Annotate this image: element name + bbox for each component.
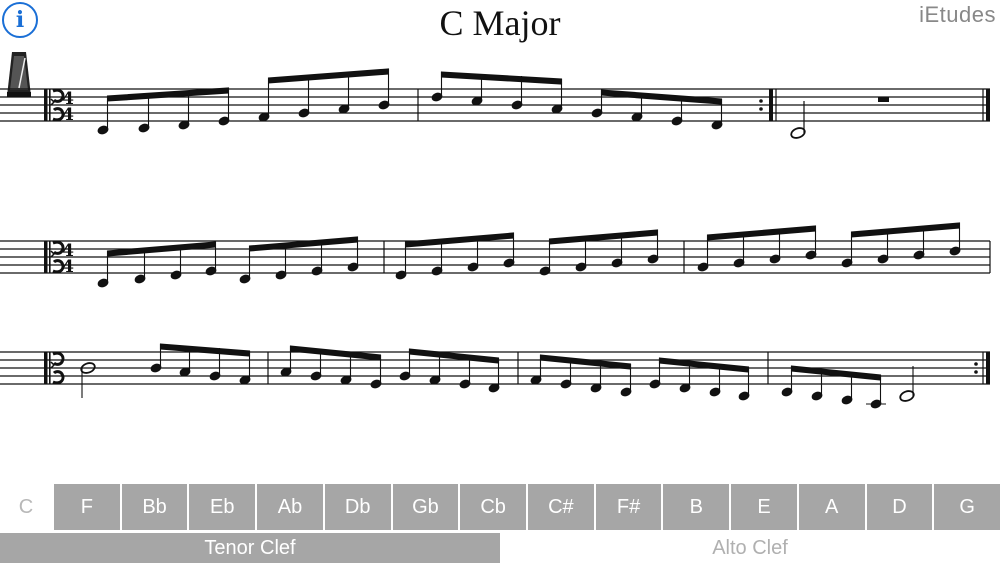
key-button-13[interactable]: A bbox=[798, 484, 865, 530]
sheet-music: 4 4 4 4 bbox=[0, 68, 991, 409]
key-button-7[interactable]: Gb bbox=[392, 484, 459, 530]
time-signature-bottom: 4 bbox=[62, 105, 74, 125]
notes-measure-9 bbox=[530, 354, 750, 401]
notes-measure-1 bbox=[97, 68, 390, 135]
key-button-10[interactable]: F# bbox=[595, 484, 662, 530]
key-button-6[interactable]: Db bbox=[324, 484, 391, 530]
key-button-2[interactable]: F bbox=[54, 484, 120, 530]
clef-tab-1[interactable]: Tenor Clef bbox=[0, 533, 500, 563]
key-button-8[interactable]: Cb bbox=[460, 484, 526, 530]
key-button-9[interactable]: C# bbox=[528, 484, 594, 530]
key-button-14[interactable]: D bbox=[866, 484, 933, 530]
notes-measure-8 bbox=[280, 345, 500, 393]
key-button-15[interactable]: G bbox=[934, 484, 1000, 530]
key-button-4[interactable]: Eb bbox=[189, 484, 256, 530]
time-signature-bottom: 4 bbox=[62, 257, 74, 277]
notes-measure-3 bbox=[790, 97, 889, 139]
key-button-1[interactable]: C bbox=[0, 484, 52, 530]
key-button-12[interactable]: E bbox=[731, 484, 797, 530]
notes-measure-10 bbox=[781, 365, 915, 409]
clef-tab-2[interactable]: Alto Clef bbox=[500, 533, 1000, 563]
key-button-5[interactable]: Ab bbox=[257, 484, 323, 530]
key-selector: C F Bb Eb Ab Db Gb Cb C# F# B E A D G bbox=[0, 484, 1000, 530]
staff-1: 4 4 bbox=[0, 68, 990, 139]
clef-selector: Tenor Clef Alto Clef bbox=[0, 533, 1000, 563]
key-button-11[interactable]: B bbox=[663, 484, 730, 530]
staff-3 bbox=[0, 343, 990, 409]
staff-2: 4 4 bbox=[0, 222, 991, 288]
key-button-3[interactable]: Bb bbox=[121, 484, 188, 530]
notes-measure-4 bbox=[97, 236, 359, 288]
